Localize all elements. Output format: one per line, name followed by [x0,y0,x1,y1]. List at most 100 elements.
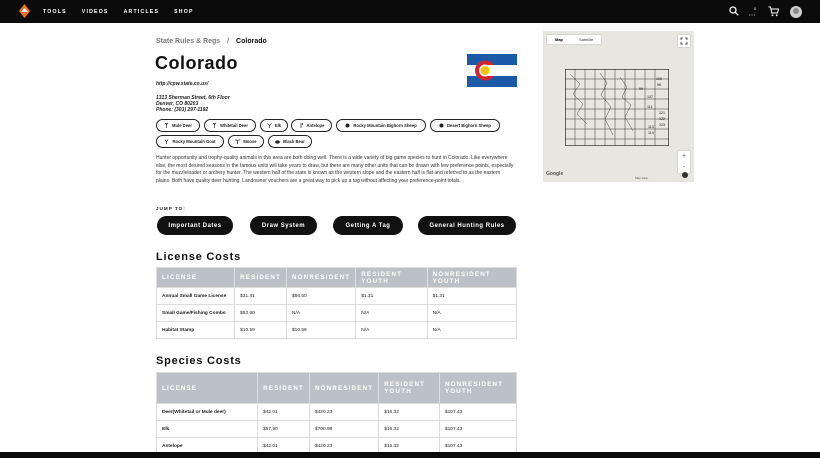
species-button-antelope[interactable]: Antelope [291,119,332,132]
jump-important-dates-button[interactable]: Important Dates [157,216,233,235]
unit-label: 113 [648,125,654,129]
table-cell: N/A [355,304,428,322]
table-cell: Small Game/Fishing Combo [155,304,236,322]
moose-icon [235,139,241,144]
column-header: RESIDENT [234,267,288,288]
species-button-label: Rocky Mountain Bighorn Sheep [353,123,417,128]
table-cell: N/A [426,304,518,322]
column-header: LICENSE [155,372,259,404]
agency-website-link[interactable]: http://cpw.state.co.us/ [156,81,208,87]
table-cell: $107.43 [438,403,518,421]
column-header: RESIDENT YOUTH [355,267,428,288]
map-type-tabs: Map Satellite [547,35,602,44]
species-button-elk[interactable]: Elk [260,119,288,132]
breadcrumb: State Rules & Regs / Colorado [156,38,267,45]
map-tab-map[interactable]: Map [547,35,571,44]
nav-link-videos[interactable]: VIDEOS [82,9,109,15]
pegman-icon[interactable] [682,172,688,178]
nav-link-articles[interactable]: ARTICLES [124,9,160,15]
page-title: Colorado [155,53,238,73]
species-button-label: Rocky Mountain Goat [172,139,216,144]
table-cell: Habitat Stamp [155,321,236,339]
cart-count: 0 [754,6,757,11]
species-button-label: Elk [274,123,282,128]
species-button-whitetail-deer[interactable]: Whitetail Deer [204,119,256,132]
table-cell: $420.23 [308,403,380,421]
table-header-row: LICENSE RESIDENT NONRESIDENT RESIDENT YO… [155,372,518,404]
table-header-row: LICENSE RESIDENT NONRESIDENT RESIDENT YO… [155,267,518,288]
top-nav: TOOLS VIDEOS ARTICLES SHOP 0 ••• [0,0,820,23]
column-header: NONRESIDENT YOUTH [438,372,518,404]
license-costs-table: LICENSE RESIDENT NONRESIDENT RESIDENT YO… [155,267,518,339]
sheep-icon [345,123,350,128]
table-cell: Elk [155,420,259,438]
breadcrumb-parent-link[interactable]: State Rules & Regs [156,38,220,45]
species-button-rocky-mountain-goat[interactable]: Rocky Mountain Goat [156,135,224,148]
species-button-rocky-mountain-bighorn-sheep[interactable]: Rocky Mountain Bighorn Sheep [336,119,426,132]
hunting-unit-map[interactable]: Map Satellite 100 96 99 107 111 121 122 … [543,31,694,182]
zoom-in-button[interactable]: + [678,151,690,162]
unit-label: 121 [659,111,665,115]
sheep-icon [439,123,444,128]
cart-dots: ••• [749,12,757,17]
table-cell: $10.59 [286,321,357,339]
column-header: NONRESIDENT [308,372,380,404]
jump-general-hunting-rules-button[interactable]: General Hunting Rules [418,216,516,235]
state-description: Hunter opportunity and trophy-quality an… [156,155,514,185]
column-header: LICENSE [155,267,236,288]
table-row: Annual Small Game License $31.41 $86.50 … [155,287,518,305]
search-icon[interactable] [729,6,739,16]
jump-draw-system-button[interactable]: Draw System [250,216,317,235]
table-cell: $16.32 [378,420,440,438]
species-costs-title: Species Costs [156,355,242,367]
goat-icon [165,139,169,144]
table-cell: $1.31 [355,287,428,305]
column-header: RESIDENT YOUTH [378,372,440,404]
table-cell: $1.31 [426,287,518,305]
species-button-label: Desert Bighorn Sheep [447,123,491,128]
table-cell: $57.90 [257,420,310,438]
species-button-moose[interactable]: Moose [228,135,264,148]
table-cell: Annual Small Game License [155,287,236,305]
table-cell: $700.98 [308,420,380,438]
map-zoom-control: + - [678,151,690,173]
agency-address: 1313 Sherman Street, 6th Floor Denver, C… [156,95,230,113]
user-avatar[interactable] [790,6,802,18]
species-button-black-bear[interactable]: Black Bear [268,135,312,148]
species-button-label: Antelope [306,123,325,128]
column-header: RESIDENT [257,372,310,404]
nav-link-shop[interactable]: SHOP [174,9,194,15]
nav-link-tools[interactable]: TOOLS [43,9,67,15]
table-cell: $16.32 [378,403,440,421]
table-cell: N/A [355,321,428,339]
unit-label: 123 [659,123,665,127]
unit-label: 122 [659,117,665,121]
license-costs-title: License Costs [156,251,241,263]
species-button-mule-deer[interactable]: Mule Deer [156,119,200,132]
deer-icon [164,123,169,128]
mountain-logo-icon[interactable] [18,3,31,19]
map-credit-text[interactable]: Map data [635,176,648,180]
breadcrumb-current: Colorado [236,38,267,45]
unit-label: 99 [639,87,643,91]
table-row: Small Game/Fishing Combo $52.60 N/A N/A … [155,304,518,322]
elk-icon [267,123,272,128]
jump-getting-a-tag-button[interactable]: Getting A Tag [333,216,403,235]
table-cell: N/A [426,321,518,339]
table-row: Deer(Whitetail or Mule deer) $42.01 $420… [155,403,518,421]
table-cell: Deer(Whitetail or Mule deer) [155,403,259,421]
column-header: NONRESIDENT [286,267,357,288]
table-cell: $107.43 [438,420,518,438]
google-logo: Google [546,171,564,177]
table-cell: $42.01 [257,403,310,421]
unit-label: 96 [657,83,661,87]
unit-label: 114 [648,131,654,135]
species-button-desert-bighorn-sheep[interactable]: Desert Bighorn Sheep [430,119,500,132]
table-row: Habitat Stamp $10.59 $10.59 N/A N/A [155,321,518,339]
unit-label: 100 [656,77,662,81]
species-button-label: Black Bear [283,139,305,144]
fullscreen-icon[interactable] [678,35,690,47]
cart-icon[interactable] [768,6,779,17]
table-cell: $31.41 [234,287,288,305]
map-tab-satellite[interactable]: Satellite [571,35,601,44]
